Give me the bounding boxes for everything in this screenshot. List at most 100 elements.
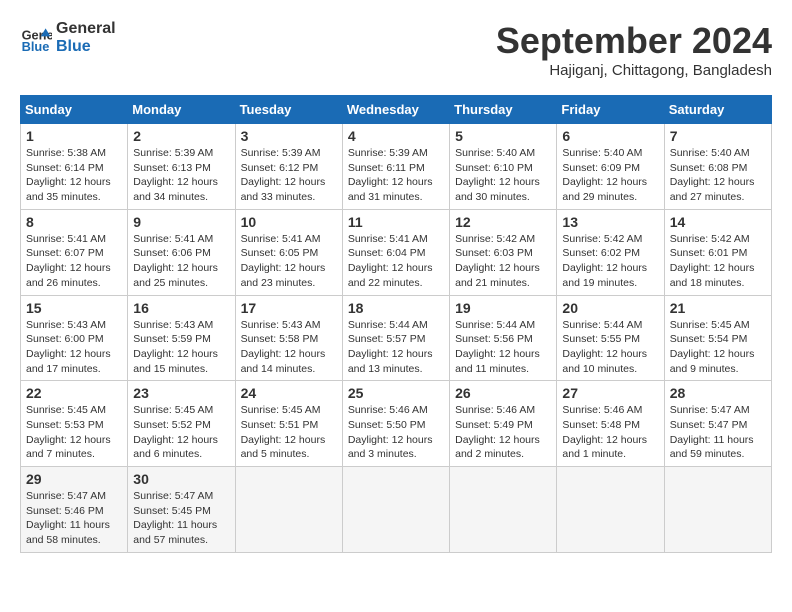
day-cell: 3Sunrise: 5:39 AM Sunset: 6:12 PM Daylig… <box>235 124 342 210</box>
day-info: Sunrise: 5:47 AM Sunset: 5:47 PM Dayligh… <box>670 403 766 462</box>
logo-line1: General <box>56 20 116 38</box>
day-cell: 15 Sunrise: 5:43 AM Sunset: 6:00 PM Dayli… <box>21 295 128 381</box>
day-info: Sunrise: 5:39 AM Sunset: 6:11 PM Dayligh… <box>348 146 444 205</box>
calendar-table: SundayMondayTuesdayWednesdayThursdayFrid… <box>20 95 772 553</box>
day-number: 12 <box>455 214 551 230</box>
day-cell: 30 Sunrise: 5:47 AM Sunset: 5:45 PM Dayli… <box>128 467 235 553</box>
day-number: 10 <box>241 214 337 230</box>
day-number: 22 <box>26 385 122 401</box>
day-number: 24 <box>241 385 337 401</box>
day-info: Sunrise: 5:44 AM Sunset: 5:55 PM Dayligh… <box>562 318 658 377</box>
day-cell: 2Sunrise: 5:39 AM Sunset: 6:13 PM Daylig… <box>128 124 235 210</box>
logo: General Blue General Blue <box>20 20 116 56</box>
day-number: 5 <box>455 128 551 144</box>
day-number: 2 <box>133 128 229 144</box>
week-row-0: 1 Sunrise: 5:38 AM Sunset: 6:14 PM Daylig… <box>21 124 772 210</box>
day-cell <box>235 467 342 553</box>
day-number: 23 <box>133 385 229 401</box>
day-number: 26 <box>455 385 551 401</box>
day-number: 18 <box>348 300 444 316</box>
day-number: 20 <box>562 300 658 316</box>
day-info: Sunrise: 5:43 AM Sunset: 6:00 PM Dayligh… <box>26 318 122 377</box>
day-cell: 25Sunrise: 5:46 AM Sunset: 5:50 PM Dayli… <box>342 381 449 467</box>
day-number: 16 <box>133 300 229 316</box>
day-info: Sunrise: 5:42 AM Sunset: 6:03 PM Dayligh… <box>455 232 551 291</box>
day-info: Sunrise: 5:46 AM Sunset: 5:49 PM Dayligh… <box>455 403 551 462</box>
day-cell: 7 Sunrise: 5:40 AM Sunset: 6:08 PM Daylig… <box>664 124 771 210</box>
day-cell: 29 Sunrise: 5:47 AM Sunset: 5:46 PM Dayli… <box>21 467 128 553</box>
week-row-3: 22 Sunrise: 5:45 AM Sunset: 5:53 PM Dayli… <box>21 381 772 467</box>
day-cell: 10Sunrise: 5:41 AM Sunset: 6:05 PM Dayli… <box>235 209 342 295</box>
month-title: September 2024 <box>496 20 772 62</box>
day-number: 7 <box>670 128 766 144</box>
day-number: 27 <box>562 385 658 401</box>
day-cell: 12 Sunrise: 5:42 AM Sunset: 6:03 PM Dayli… <box>450 209 557 295</box>
day-info: Sunrise: 5:38 AM Sunset: 6:14 PM Dayligh… <box>26 146 122 205</box>
day-cell: 18Sunrise: 5:44 AM Sunset: 5:57 PM Dayli… <box>342 295 449 381</box>
day-number: 30 <box>133 471 229 487</box>
day-cell <box>342 467 449 553</box>
logo-icon: General Blue <box>20 22 52 54</box>
day-cell: 8 Sunrise: 5:41 AM Sunset: 6:07 PM Daylig… <box>21 209 128 295</box>
day-number: 19 <box>455 300 551 316</box>
logo-line2: Blue <box>56 38 116 56</box>
page-header: General Blue General Blue September 2024… <box>20 20 772 79</box>
day-info: Sunrise: 5:40 AM Sunset: 6:10 PM Dayligh… <box>455 146 551 205</box>
day-cell: 21Sunrise: 5:45 AM Sunset: 5:54 PM Dayli… <box>664 295 771 381</box>
day-cell: 14 Sunrise: 5:42 AM Sunset: 6:01 PM Dayli… <box>664 209 771 295</box>
day-cell: 20 Sunrise: 5:44 AM Sunset: 5:55 PM Dayli… <box>557 295 664 381</box>
location: Hajiganj, Chittagong, Bangladesh <box>496 62 772 79</box>
day-number: 8 <box>26 214 122 230</box>
day-number: 28 <box>670 385 766 401</box>
day-info: Sunrise: 5:43 AM Sunset: 5:59 PM Dayligh… <box>133 318 229 377</box>
day-cell: 24Sunrise: 5:45 AM Sunset: 5:51 PM Dayli… <box>235 381 342 467</box>
day-cell: 27 Sunrise: 5:46 AM Sunset: 5:48 PM Dayli… <box>557 381 664 467</box>
day-cell: 17Sunrise: 5:43 AM Sunset: 5:58 PM Dayli… <box>235 295 342 381</box>
day-number: 11 <box>348 214 444 230</box>
day-cell: 23Sunrise: 5:45 AM Sunset: 5:52 PM Dayli… <box>128 381 235 467</box>
day-info: Sunrise: 5:45 AM Sunset: 5:53 PM Dayligh… <box>26 403 122 462</box>
day-info: Sunrise: 5:47 AM Sunset: 5:46 PM Dayligh… <box>26 489 122 548</box>
day-number: 14 <box>670 214 766 230</box>
day-info: Sunrise: 5:43 AM Sunset: 5:58 PM Dayligh… <box>241 318 337 377</box>
day-number: 29 <box>26 471 122 487</box>
header-monday: Monday <box>128 96 235 124</box>
week-row-4: 29 Sunrise: 5:47 AM Sunset: 5:46 PM Dayli… <box>21 467 772 553</box>
day-number: 9 <box>133 214 229 230</box>
title-area: September 2024 Hajiganj, Chittagong, Ban… <box>496 20 772 79</box>
day-info: Sunrise: 5:39 AM Sunset: 6:12 PM Dayligh… <box>241 146 337 205</box>
header-saturday: Saturday <box>664 96 771 124</box>
day-info: Sunrise: 5:46 AM Sunset: 5:48 PM Dayligh… <box>562 403 658 462</box>
day-info: Sunrise: 5:47 AM Sunset: 5:45 PM Dayligh… <box>133 489 229 548</box>
day-info: Sunrise: 5:40 AM Sunset: 6:08 PM Dayligh… <box>670 146 766 205</box>
header-wednesday: Wednesday <box>342 96 449 124</box>
day-cell: 1 Sunrise: 5:38 AM Sunset: 6:14 PM Daylig… <box>21 124 128 210</box>
day-cell: 13Sunrise: 5:42 AM Sunset: 6:02 PM Dayli… <box>557 209 664 295</box>
day-info: Sunrise: 5:42 AM Sunset: 6:02 PM Dayligh… <box>562 232 658 291</box>
day-cell: 19 Sunrise: 5:44 AM Sunset: 5:56 PM Dayli… <box>450 295 557 381</box>
day-cell: 9 Sunrise: 5:41 AM Sunset: 6:06 PM Daylig… <box>128 209 235 295</box>
day-info: Sunrise: 5:41 AM Sunset: 6:04 PM Dayligh… <box>348 232 444 291</box>
day-info: Sunrise: 5:44 AM Sunset: 5:56 PM Dayligh… <box>455 318 551 377</box>
day-info: Sunrise: 5:41 AM Sunset: 6:07 PM Dayligh… <box>26 232 122 291</box>
day-info: Sunrise: 5:42 AM Sunset: 6:01 PM Dayligh… <box>670 232 766 291</box>
day-cell <box>664 467 771 553</box>
day-number: 15 <box>26 300 122 316</box>
day-cell: 11 Sunrise: 5:41 AM Sunset: 6:04 PM Dayli… <box>342 209 449 295</box>
day-cell: 26 Sunrise: 5:46 AM Sunset: 5:49 PM Dayli… <box>450 381 557 467</box>
day-info: Sunrise: 5:41 AM Sunset: 6:06 PM Dayligh… <box>133 232 229 291</box>
day-cell <box>557 467 664 553</box>
header-thursday: Thursday <box>450 96 557 124</box>
day-number: 21 <box>670 300 766 316</box>
day-cell <box>450 467 557 553</box>
header-row: SundayMondayTuesdayWednesdayThursdayFrid… <box>21 96 772 124</box>
day-cell: 22 Sunrise: 5:45 AM Sunset: 5:53 PM Dayli… <box>21 381 128 467</box>
week-row-2: 15 Sunrise: 5:43 AM Sunset: 6:00 PM Dayli… <box>21 295 772 381</box>
day-number: 4 <box>348 128 444 144</box>
day-number: 25 <box>348 385 444 401</box>
header-tuesday: Tuesday <box>235 96 342 124</box>
day-number: 1 <box>26 128 122 144</box>
svg-text:Blue: Blue <box>22 39 50 54</box>
day-cell: 16 Sunrise: 5:43 AM Sunset: 5:59 PM Dayli… <box>128 295 235 381</box>
day-number: 6 <box>562 128 658 144</box>
